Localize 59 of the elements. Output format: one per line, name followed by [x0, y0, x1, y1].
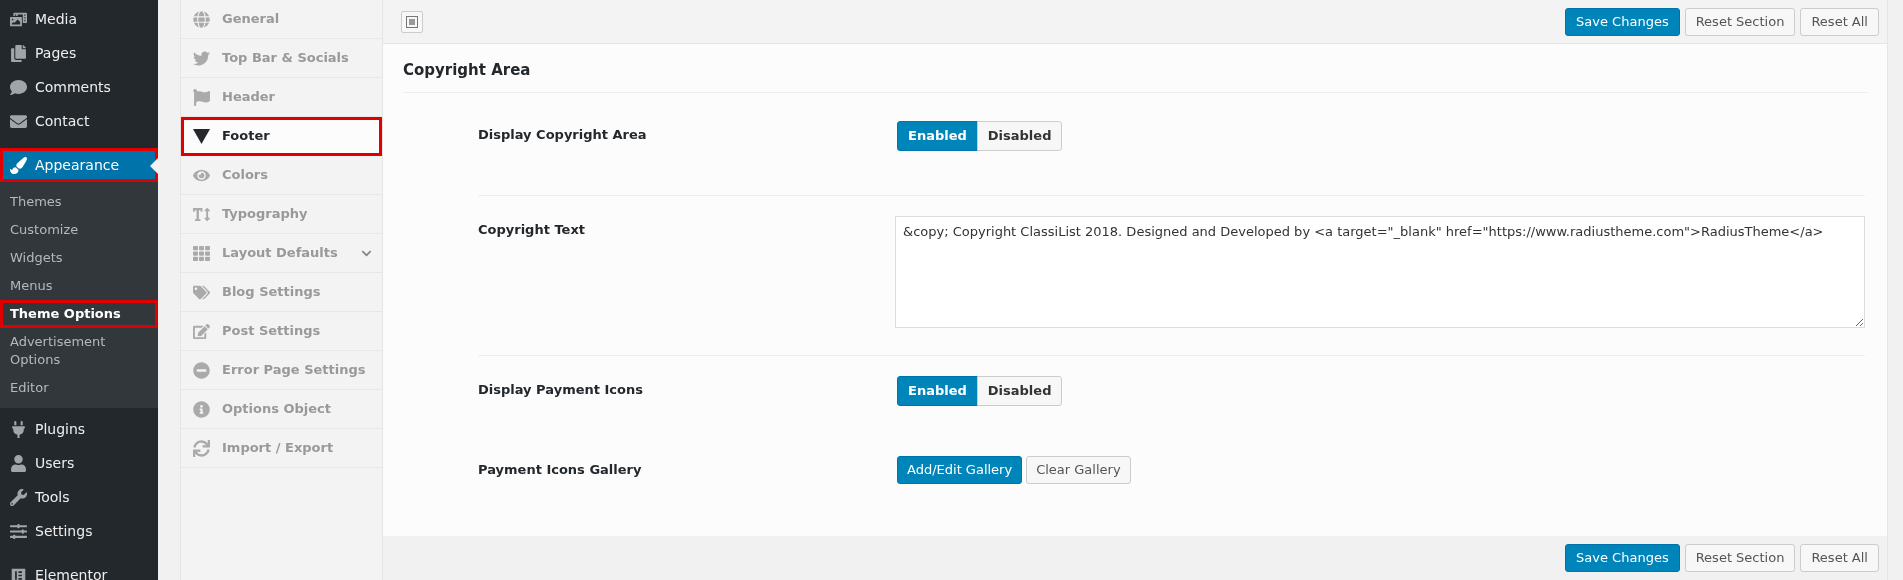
admin-submenu-item[interactable]: Editor [0, 374, 158, 402]
toggle-option[interactable]: Enabled [897, 121, 978, 151]
admin-submenu-item[interactable]: Customize [0, 216, 158, 244]
options-menu-item[interactable]: Footer [181, 117, 382, 156]
admin-menu-item[interactable]: Pages [0, 36, 158, 70]
section-title: Copyright Area [403, 61, 531, 79]
plug-icon [10, 420, 27, 438]
toggle-option[interactable]: Disabled [976, 121, 1063, 151]
action-button[interactable]: Reset All [1800, 7, 1879, 36]
grid-icon [193, 244, 210, 262]
action-button[interactable]: Reset Section [1684, 7, 1796, 36]
action-button[interactable]: Reset Section [1684, 544, 1796, 572]
user-icon [10, 454, 27, 472]
field-label: Display Copyright Area [478, 127, 647, 142]
field-label: Copyright Text [478, 222, 585, 237]
admin-menu-item[interactable]: Elementor [0, 558, 158, 580]
action-button[interactable]: Save Changes [1565, 7, 1680, 36]
admin-submenu-item[interactable]: Advertisement Options [0, 328, 158, 374]
tags-icon [193, 283, 210, 301]
action-button[interactable]: Reset All [1800, 544, 1879, 572]
bird-icon [193, 49, 210, 67]
toggle-option[interactable]: Enabled [897, 376, 978, 406]
field-label: Display Payment Icons [478, 382, 643, 397]
admin-menu-item[interactable]: Appearance [0, 148, 158, 182]
admin-menu-item[interactable]: Contact [0, 104, 158, 138]
globe-icon [193, 10, 210, 28]
layout-icon [406, 15, 418, 28]
admin-submenu-item[interactable]: Widgets [0, 244, 158, 272]
action-button[interactable]: Clear Gallery [1026, 456, 1131, 484]
triangle-icon [193, 127, 210, 145]
wrench-icon [10, 488, 27, 506]
admin-submenu-item[interactable]: Menus [0, 272, 158, 300]
sliders-icon [10, 522, 27, 540]
admin-menu-item[interactable]: Media [0, 2, 158, 36]
info-icon [193, 400, 210, 418]
admin-menu-item[interactable]: Comments [0, 70, 158, 104]
elementor-icon [10, 566, 27, 580]
admin-menu-item[interactable]: Users [0, 446, 158, 480]
admin-menu-item[interactable]: Plugins [0, 412, 158, 446]
copyright-text-field[interactable]: &copy; Copyright ClassiList 2018. Designed and Developed by <a target="_blank" href="https://www.radiustheme.com">RadiusTheme</a> [895, 216, 1865, 328]
media-icon [10, 10, 27, 28]
action-button[interactable]: Add/Edit Gallery [897, 456, 1023, 484]
text-icon [193, 205, 210, 223]
pages-icon [10, 44, 27, 62]
admin-menu-item[interactable]: Tools [0, 480, 158, 514]
paintbrush-icon [10, 156, 27, 174]
admin-submenu-item[interactable]: Theme Options [0, 300, 158, 328]
admin-menu-item[interactable]: Settings [0, 514, 158, 548]
toggle-option[interactable]: Disabled [976, 376, 1063, 406]
field-label: Payment Icons Gallery [478, 462, 642, 477]
speech-bubble-icon [10, 78, 27, 96]
admin-submenu-item[interactable]: Themes [0, 188, 158, 216]
current-arrow-icon [150, 158, 158, 174]
sync-icon [193, 439, 210, 457]
flag-icon [193, 88, 210, 106]
envelope-icon [10, 112, 27, 130]
action-button[interactable]: Save Changes [1565, 544, 1680, 572]
layout-toggle-button[interactable] [401, 10, 423, 33]
edit-icon [193, 322, 210, 340]
